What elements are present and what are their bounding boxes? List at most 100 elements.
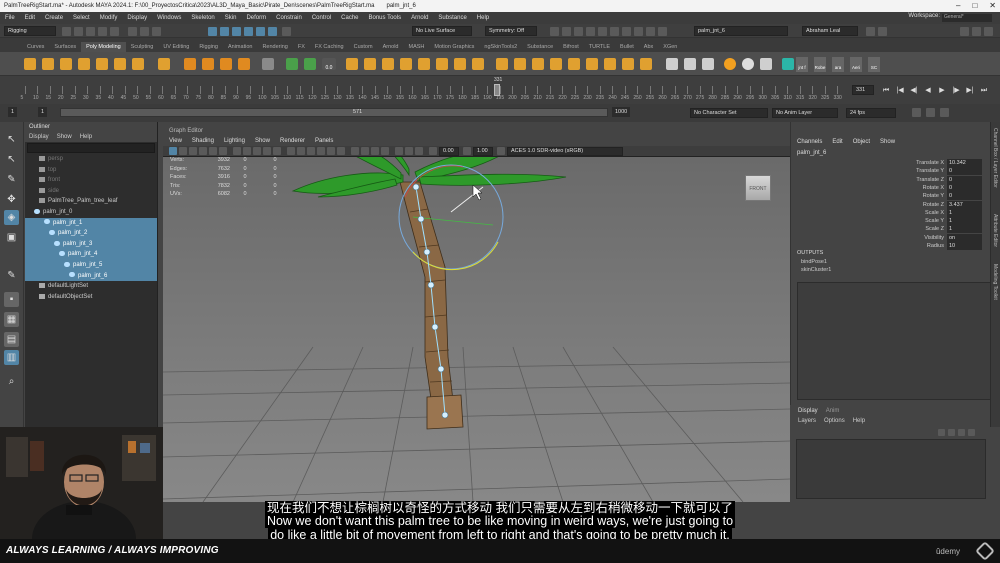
snap-surface-icon[interactable] bbox=[256, 27, 265, 36]
shelf-button-jnt-f[interactable]: jnt f bbox=[796, 57, 808, 72]
open-scene-icon[interactable] bbox=[74, 27, 83, 36]
menu-windows[interactable]: Windows bbox=[152, 15, 186, 21]
step-forward-frame-icon[interactable]: |▶ bbox=[950, 85, 962, 96]
outliner-menu-display[interactable]: Display bbox=[29, 132, 49, 142]
shelf-tab-fx[interactable]: FX bbox=[293, 42, 310, 52]
color-management-icon[interactable] bbox=[497, 147, 505, 155]
paint-select-icon[interactable]: ✎ bbox=[4, 172, 19, 187]
channel-attribute-row[interactable]: Scale Z1 bbox=[891, 225, 986, 234]
tab-channel-box[interactable]: Channel Box / Layer Editor bbox=[992, 128, 998, 188]
super-shape-icon[interactable] bbox=[158, 58, 170, 70]
channel-attribute-row[interactable]: Rotate Y0 bbox=[891, 192, 986, 201]
render-setup-icon[interactable] bbox=[610, 27, 619, 36]
bevel-icon[interactable] bbox=[382, 58, 394, 70]
depth-of-field-icon[interactable] bbox=[415, 147, 423, 155]
layer-menu-layers[interactable]: Layers bbox=[798, 418, 816, 424]
extrude-icon[interactable] bbox=[346, 58, 358, 70]
image-plane-icon[interactable] bbox=[199, 147, 207, 155]
arnold-rv-icon[interactable] bbox=[658, 27, 667, 36]
shelf-tab-mash[interactable]: MASH bbox=[403, 42, 429, 52]
shelf-tab-motion-graphics[interactable]: Motion Graphics bbox=[429, 42, 479, 52]
rotate-tool-icon[interactable]: ◈ bbox=[4, 210, 19, 225]
poly-cone-icon[interactable] bbox=[78, 58, 90, 70]
menu-display[interactable]: Display bbox=[122, 15, 152, 21]
start-time-field[interactable]: 1 bbox=[8, 107, 18, 117]
channel-attribute-value[interactable]: on bbox=[947, 233, 982, 242]
bookmark-icon[interactable] bbox=[189, 147, 197, 155]
insert-edge-loop-icon[interactable] bbox=[436, 58, 448, 70]
shelf-tab-custom[interactable]: Custom bbox=[349, 42, 378, 52]
outliner-item[interactable]: palm_jnt_6 bbox=[25, 270, 157, 282]
outliner-menu-help[interactable]: Help bbox=[80, 132, 92, 142]
current-time-marker[interactable] bbox=[494, 84, 500, 96]
object-name-field[interactable]: palm_jnt_6 bbox=[694, 26, 788, 36]
move-layer-up-icon[interactable] bbox=[958, 429, 965, 436]
view-cube[interactable]: FRONT bbox=[745, 175, 771, 201]
merge-icon[interactable] bbox=[454, 58, 466, 70]
channel-attribute-row[interactable]: Rotate X0 bbox=[891, 183, 986, 192]
persp-outliner-icon[interactable]: ▤ bbox=[4, 332, 19, 347]
multi-cut-icon[interactable] bbox=[418, 58, 430, 70]
notifications-icon[interactable] bbox=[866, 27, 875, 36]
new-layer-selected-icon[interactable] bbox=[948, 429, 955, 436]
ambient-occlusion-icon[interactable] bbox=[395, 147, 403, 155]
channel-attribute-row[interactable]: Visibility on bbox=[891, 233, 986, 242]
menu-constrain[interactable]: Constrain bbox=[271, 15, 307, 21]
shelf-tab-curves[interactable]: Curves bbox=[22, 42, 49, 52]
two-d-pan-icon[interactable] bbox=[209, 147, 217, 155]
use-all-lights-icon[interactable] bbox=[327, 147, 335, 155]
textured-icon[interactable] bbox=[317, 147, 325, 155]
channel-menu-edit[interactable]: Edit bbox=[832, 139, 842, 145]
channel-attribute-row[interactable]: Rotate Z 3.437 bbox=[891, 200, 986, 209]
step-back-frame-icon[interactable]: ◀| bbox=[908, 85, 920, 96]
channel-attribute-row[interactable]: Translate X 10.342 bbox=[891, 159, 986, 167]
palm-leaves[interactable] bbox=[291, 157, 567, 198]
view-transform-dropdown[interactable]: ACES 1.0 SDR-video (sRGB) bbox=[507, 147, 623, 156]
channel-attribute-value[interactable]: 10 bbox=[947, 242, 982, 250]
time-slider[interactable]: 5 10 15 20 25 30 35 40 45 50 55 60 65 70 75 80 85 90 95 100… bbox=[0, 76, 1000, 104]
menu-skin[interactable]: Skin bbox=[220, 15, 242, 21]
xray-joints-icon[interactable] bbox=[371, 147, 379, 155]
step-forward-key-icon[interactable]: ▶| bbox=[964, 85, 976, 96]
render-current-frame-icon[interactable] bbox=[550, 27, 559, 36]
tab-modeling-toolkit[interactable]: Modeling Toolkit bbox=[992, 264, 998, 300]
outliner-item[interactable]: PalmTree_Palm_tree_leaf bbox=[25, 196, 157, 207]
output-skincluster[interactable]: skinCluster1 bbox=[801, 267, 831, 273]
anim-prefs-icon[interactable] bbox=[926, 108, 935, 117]
shelf-tab-sculpting[interactable]: Sculpting bbox=[126, 42, 159, 52]
shelf-tab-bifrost[interactable]: Bifrost bbox=[558, 42, 584, 52]
shelf-tab-animation[interactable]: Animation bbox=[223, 42, 257, 52]
channel-attribute-row[interactable]: Radius 10 bbox=[891, 242, 986, 250]
grease-pencil-icon[interactable] bbox=[219, 147, 227, 155]
render-settings-icon[interactable] bbox=[574, 27, 583, 36]
fps-dropdown[interactable]: 24 fps bbox=[846, 108, 896, 118]
poly-plane-icon[interactable] bbox=[114, 58, 126, 70]
channel-attribute-value[interactable]: 0 bbox=[947, 192, 982, 201]
viewport-menu-lighting[interactable]: Lighting bbox=[224, 136, 245, 146]
exposure-field[interactable]: 0.00 bbox=[439, 147, 459, 156]
fill-hole-icon[interactable] bbox=[400, 58, 412, 70]
xray-icon[interactable] bbox=[361, 147, 369, 155]
scale-tool-icon[interactable]: ▣ bbox=[4, 230, 19, 245]
film-gate-icon[interactable] bbox=[243, 147, 251, 155]
show-channel-box-icon[interactable] bbox=[984, 27, 993, 36]
auto-key-icon[interactable] bbox=[912, 108, 921, 117]
maximize-icon[interactable]: □ bbox=[972, 0, 977, 12]
minimize-icon[interactable]: – bbox=[956, 0, 960, 12]
outliner-item[interactable]: top bbox=[25, 165, 157, 176]
snap-grid-icon[interactable] bbox=[208, 27, 217, 36]
outliner-item[interactable]: front bbox=[25, 175, 157, 186]
shelf-button-robe[interactable]: Robe bbox=[814, 57, 826, 72]
menu-arnold[interactable]: Arnold bbox=[406, 15, 433, 21]
step-back-key-icon[interactable]: |◀ bbox=[894, 85, 906, 96]
shelf-button-ara[interactable]: ara bbox=[832, 57, 844, 72]
viewport-menu-panels[interactable]: Panels bbox=[315, 136, 333, 146]
menu-help[interactable]: Help bbox=[472, 15, 494, 21]
zoom-search-icon[interactable]: ⌕ bbox=[4, 374, 19, 389]
svg-icon[interactable] bbox=[238, 58, 250, 70]
center-pivot-icon[interactable] bbox=[702, 58, 714, 70]
freeze-transform-icon[interactable] bbox=[684, 58, 696, 70]
outliner-item[interactable]: defaultObjectSet bbox=[25, 292, 157, 303]
backface-culling-icon[interactable] bbox=[381, 147, 389, 155]
channel-attribute-row[interactable]: Scale Y1 bbox=[891, 217, 986, 226]
